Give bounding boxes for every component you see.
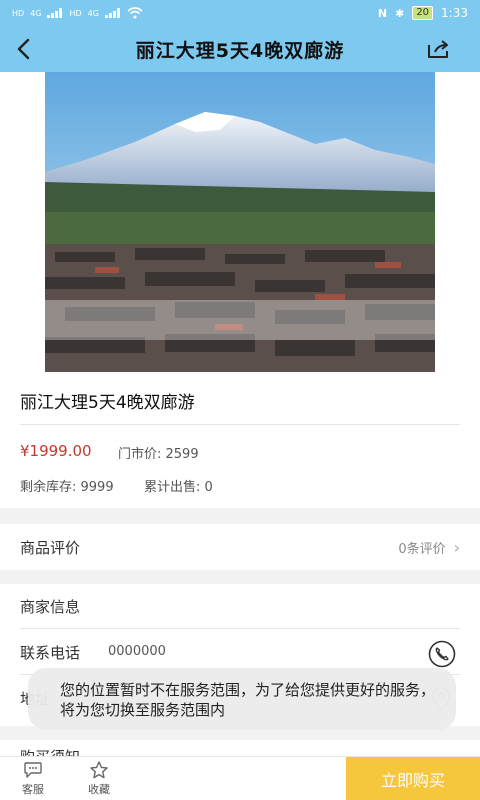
favorite-button[interactable]: 收藏: [66, 757, 132, 800]
network-type-2: 4G: [87, 8, 99, 18]
favorite-label: 收藏: [88, 783, 110, 796]
reviews-count: 0条评价: [398, 541, 446, 557]
phone-call-icon[interactable]: [428, 640, 456, 668]
signal-icon: [47, 8, 63, 18]
product-hero: [0, 72, 480, 372]
buy-now-button[interactable]: 立即购买: [346, 757, 480, 800]
divider: [20, 424, 460, 425]
sold-count: 累计出售: 0: [144, 480, 213, 495]
wifi-icon: [127, 7, 143, 19]
signal-icon-2: [104, 8, 121, 18]
stock-count: 剩余库存: 9999: [20, 480, 114, 495]
product-image[interactable]: [45, 72, 435, 372]
reviews-row[interactable]: 商品评价 0条评价 ›: [0, 524, 480, 570]
bottom-bar: 客服 收藏 立即购买: [0, 756, 480, 800]
network-indicator-2: HD: [69, 8, 82, 18]
star-icon: [90, 761, 108, 779]
product-info: 丽江大理5天4晚双廊游 ¥1999.00 门市价: 2599 剩余库存: 999…: [0, 372, 480, 508]
divider: [20, 628, 460, 629]
landscape-image: [45, 72, 435, 372]
phone-number: 0000000: [108, 644, 166, 659]
clock: 1:33: [441, 6, 468, 20]
battery-icon: 20: [412, 6, 434, 20]
chevron-right-icon: ›: [453, 537, 460, 557]
chat-icon: [24, 762, 42, 778]
back-arrow-icon[interactable]: [12, 36, 38, 62]
page-title: 丽江大理5天4晚双廊游: [135, 39, 345, 62]
reviews-label: 商品评价: [20, 538, 81, 557]
phone-label: 联系电话: [20, 644, 81, 662]
customer-service-button[interactable]: 客服: [0, 757, 66, 800]
product-price: ¥1999.00: [20, 442, 92, 460]
service-label: 客服: [22, 783, 44, 796]
merchant-title: 商家信息: [20, 598, 81, 616]
bluetooth-icon: ✱: [395, 6, 405, 20]
share-icon[interactable]: [426, 38, 452, 60]
network-type-1: 4G: [30, 8, 42, 18]
product-title: 丽江大理5天4晚双廊游: [20, 393, 195, 413]
nav-bar: 丽江大理5天4晚双廊游: [0, 26, 480, 72]
network-indicator-1: HD: [12, 8, 25, 18]
toast-message: 您的位置暂时不在服务范围，为了给您提供更好的服务，将为您切换至服务范围内: [28, 668, 456, 730]
nfc-icon: N: [377, 6, 388, 20]
status-bar: HD 4G HD 4G N ✱ 20 1:33: [0, 0, 480, 26]
status-right: N ✱ 20 1:33: [378, 6, 468, 20]
status-left: HD 4G HD 4G: [12, 7, 143, 19]
original-price: 门市价: 2599: [118, 447, 199, 462]
